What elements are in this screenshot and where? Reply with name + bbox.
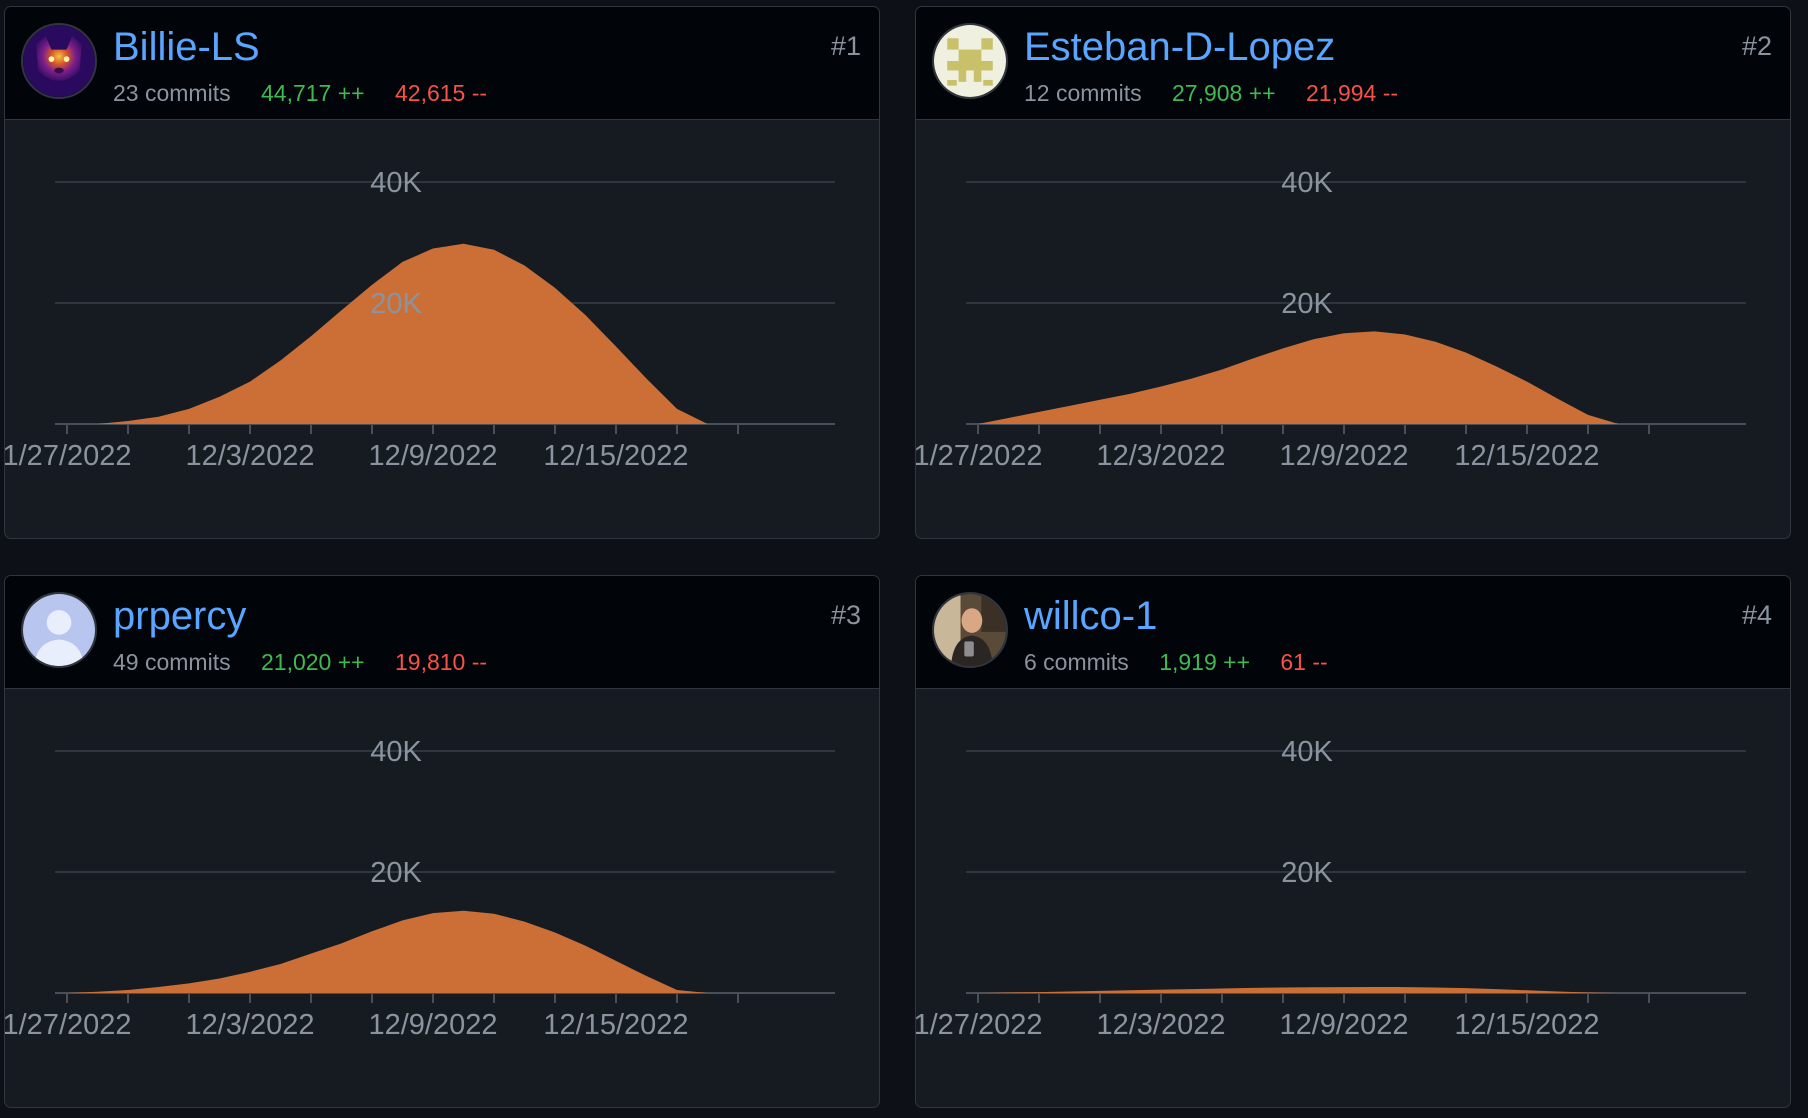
contributor-card: Billie-LS 23 commits 44,717 ++ 42,615 --… — [4, 6, 880, 539]
y-tick-label: 40K — [370, 167, 422, 199]
x-tick-label: 12/9/2022 — [1279, 1009, 1408, 1041]
activity-chart: 20K 40K 1/27/2022 12/3/2022 12/9/2022 12/15/2… — [5, 167, 835, 472]
rank-label: #4 — [1741, 600, 1772, 630]
x-tick-label: 1/27/2022 — [5, 1009, 132, 1041]
x-tick-label: 1/27/2022 — [916, 1009, 1043, 1041]
area-series — [978, 986, 1680, 993]
x-tick-label: 12/9/2022 — [1279, 440, 1408, 472]
x-tick-label: 12/15/2022 — [543, 1009, 688, 1041]
commit-stats: 12 commits 27,908 ++ 21,994 -- — [1024, 80, 1398, 107]
commit-count[interactable]: 49 commits — [113, 649, 231, 675]
card-header: prpercy 49 commits 21,020 ++ 19,810 -- #… — [5, 576, 879, 689]
activity-chart: 20K 40K 1/27/2022 12/3/2022 12/9/2022 12/15/2… — [916, 736, 1746, 1041]
commit-count[interactable]: 12 commits — [1024, 80, 1142, 106]
y-tick-label: 20K — [1281, 288, 1333, 320]
area-series — [67, 243, 769, 424]
deletions-count: 42,615 -- — [394, 80, 488, 106]
rank-label: #2 — [1741, 31, 1772, 61]
x-tick-label: 12/15/2022 — [1454, 1009, 1599, 1041]
identicon-icon[interactable] — [932, 23, 1008, 99]
y-tick-label: 40K — [370, 736, 422, 768]
x-tick-label: 1/27/2022 — [5, 440, 132, 472]
x-tick-label: 12/3/2022 — [185, 1009, 314, 1041]
card-header: Esteban-D-Lopez 12 commits 27,908 ++ 21,… — [916, 7, 1790, 120]
commit-stats: 23 commits 44,717 ++ 42,615 -- — [113, 80, 487, 107]
commit-stats: 49 commits 21,020 ++ 19,810 -- — [113, 649, 487, 676]
x-tick-label: 12/9/2022 — [368, 440, 497, 472]
card-header: Billie-LS 23 commits 44,717 ++ 42,615 --… — [5, 7, 879, 120]
x-tick-label: 12/3/2022 — [185, 440, 314, 472]
contributor-card: prpercy 49 commits 21,020 ++ 19,810 -- #… — [4, 575, 880, 1108]
additions-count: 1,919 ++ — [1159, 649, 1250, 675]
user-photo-icon[interactable] — [932, 592, 1008, 668]
deletions-count: 21,994 -- — [1305, 80, 1399, 106]
contributor-card: willco-1 6 commits 1,919 ++ 61 -- #4 20K… — [915, 575, 1791, 1108]
x-tick-label: 12/3/2022 — [1096, 1009, 1225, 1041]
username-link[interactable]: willco-1 — [1024, 594, 1157, 639]
commit-count[interactable]: 6 commits — [1024, 649, 1129, 675]
contributor-card: Esteban-D-Lopez 12 commits 27,908 ++ 21,… — [915, 6, 1791, 539]
username-link[interactable]: prpercy — [113, 594, 246, 639]
additions-count: 27,908 ++ — [1171, 80, 1276, 106]
commit-stats: 6 commits 1,919 ++ 61 -- — [1024, 649, 1328, 676]
y-tick-label: 40K — [1281, 167, 1333, 199]
area-series — [67, 910, 769, 993]
rank-label: #3 — [830, 600, 861, 630]
username-link[interactable]: Esteban-D-Lopez — [1024, 25, 1335, 70]
additions-count: 44,717 ++ — [260, 80, 365, 106]
x-tick-label: 12/15/2022 — [1454, 440, 1599, 472]
activity-chart: 20K 40K 1/27/2022 12/3/2022 12/9/2022 12/15/2… — [5, 736, 835, 1041]
activity-chart: 20K 40K 1/27/2022 12/3/2022 12/9/2022 12/15/2… — [916, 167, 1746, 472]
area-series — [978, 331, 1680, 424]
dog-thermal-icon[interactable] — [21, 23, 97, 99]
rank-label: #1 — [830, 31, 861, 61]
x-tick-label: 1/27/2022 — [916, 440, 1043, 472]
x-tick-label: 12/9/2022 — [368, 1009, 497, 1041]
commit-count[interactable]: 23 commits — [113, 80, 231, 106]
deletions-count: 19,810 -- — [394, 649, 488, 675]
y-tick-label: 20K — [1281, 857, 1333, 889]
default-user-icon[interactable] — [21, 592, 97, 668]
additions-count: 21,020 ++ — [260, 649, 365, 675]
y-tick-label: 20K — [370, 857, 422, 889]
y-tick-label: 40K — [1281, 736, 1333, 768]
card-header: willco-1 6 commits 1,919 ++ 61 -- #4 — [916, 576, 1790, 689]
x-tick-label: 12/15/2022 — [543, 440, 688, 472]
x-tick-label: 12/3/2022 — [1096, 440, 1225, 472]
y-tick-label: 20K — [370, 288, 422, 320]
deletions-count: 61 -- — [1280, 649, 1328, 675]
username-link[interactable]: Billie-LS — [113, 25, 260, 70]
